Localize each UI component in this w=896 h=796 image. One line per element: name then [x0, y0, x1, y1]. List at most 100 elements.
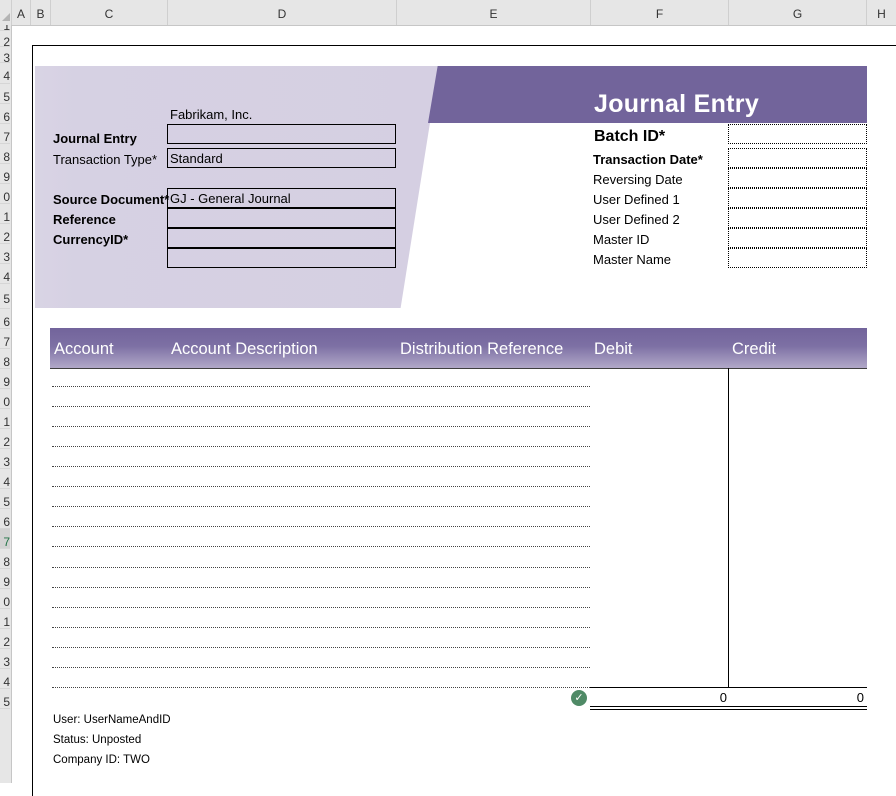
row-header[interactable]: 8: [0, 549, 10, 569]
column-header-f[interactable]: F: [591, 0, 729, 25]
check-circle-icon[interactable]: ✓: [571, 690, 587, 706]
grid-row[interactable]: [52, 587, 590, 588]
credit-total: 0: [856, 690, 864, 705]
column-header-bar: A B C D E F G H: [0, 0, 896, 26]
grid-row[interactable]: [52, 627, 590, 628]
footer-user: User: UserNameAndID: [53, 714, 171, 726]
row-header[interactable]: 3: [0, 244, 10, 264]
grid-row[interactable]: [52, 466, 590, 467]
user-defined-2-label: User Defined 2: [593, 212, 680, 227]
user-defined-2-field[interactable]: [728, 208, 867, 228]
row-header[interactable]: 6: [0, 509, 10, 529]
row-header[interactable]: 4: [0, 469, 10, 489]
column-header-a[interactable]: A: [12, 0, 31, 25]
transaction-date-field[interactable]: [728, 148, 867, 168]
row-header[interactable]: 7: [0, 529, 10, 549]
distribution-grid-header: Account Account Description Distribution…: [50, 328, 867, 369]
row-header[interactable]: 2: [0, 429, 10, 449]
row-header[interactable]: 2: [0, 224, 10, 244]
grid-row[interactable]: [52, 607, 590, 608]
row-header-bar: 12345678901234567890123456789012345: [0, 25, 12, 783]
column-header-b[interactable]: B: [31, 0, 51, 25]
master-name-label: Master Name: [593, 252, 672, 267]
reversing-date-field[interactable]: [728, 168, 867, 188]
row-header[interactable]: 6: [0, 309, 10, 329]
totals-double-underline: [590, 706, 867, 707]
grid-row[interactable]: [52, 526, 590, 527]
column-header-g[interactable]: G: [729, 0, 867, 25]
row-header[interactable]: 0: [0, 589, 10, 609]
grid-row[interactable]: [52, 667, 590, 668]
row-header[interactable]: 2: [0, 31, 10, 49]
row-header[interactable]: 9: [0, 569, 10, 589]
select-all-corner[interactable]: [0, 0, 12, 25]
transaction-type-field[interactable]: Standard: [167, 148, 396, 168]
source-document-field[interactable]: GJ - General Journal: [167, 188, 396, 208]
master-id-field[interactable]: [728, 228, 867, 248]
row-header[interactable]: 1: [0, 204, 10, 224]
row-header[interactable]: 9: [0, 164, 10, 184]
column-header-c[interactable]: C: [51, 0, 168, 25]
currency-id-field[interactable]: [167, 228, 396, 248]
journal-entry-field[interactable]: [167, 124, 396, 144]
grid-row[interactable]: [52, 546, 590, 547]
row-header[interactable]: 8: [0, 349, 10, 369]
row-header[interactable]: 3: [0, 47, 10, 65]
row-header[interactable]: 7: [0, 124, 10, 144]
master-name-field[interactable]: [728, 248, 867, 268]
row-header[interactable]: 0: [0, 184, 10, 204]
user-defined-1-field[interactable]: [728, 188, 867, 208]
grid-row[interactable]: [52, 567, 590, 568]
row-header[interactable]: 2: [0, 629, 10, 649]
row-header[interactable]: 4: [0, 264, 10, 284]
grid-row[interactable]: [52, 426, 590, 427]
grid-row[interactable]: [52, 647, 590, 648]
column-header-h[interactable]: H: [867, 0, 896, 25]
column-header-e[interactable]: E: [397, 0, 591, 25]
row-header[interactable]: 9: [0, 369, 10, 389]
extra-header-field[interactable]: [167, 248, 396, 268]
row-header[interactable]: 5: [0, 489, 10, 509]
grid-header-debit: Debit: [594, 340, 633, 358]
reference-field[interactable]: [167, 208, 396, 228]
grid-row[interactable]: [52, 486, 590, 487]
grid-row[interactable]: [52, 687, 590, 688]
source-document-label: Source Document*: [53, 192, 170, 207]
batch-id-label: Batch ID*: [594, 128, 666, 145]
row-header[interactable]: 1: [0, 609, 10, 629]
row-header[interactable]: 5: [0, 284, 10, 309]
row-header[interactable]: 1: [0, 409, 10, 429]
grid-row[interactable]: [52, 446, 590, 447]
debit-credit-divider: [728, 368, 729, 688]
row-header[interactable]: 4: [0, 63, 10, 84]
grid-row[interactable]: [52, 386, 590, 387]
batch-id-field[interactable]: [728, 124, 867, 144]
row-header[interactable]: 7: [0, 329, 10, 349]
user-defined-1-label: User Defined 1: [593, 192, 680, 207]
transaction-date-label: Transaction Date*: [593, 152, 703, 167]
reversing-date-label: Reversing Date: [593, 172, 683, 187]
master-id-label: Master ID: [593, 232, 650, 247]
header-left-panel: [35, 66, 439, 308]
grid-header-account: Account: [54, 340, 114, 358]
company-name: Fabrikam, Inc.: [170, 107, 253, 122]
row-header[interactable]: 5: [0, 84, 10, 104]
grid-row[interactable]: [52, 506, 590, 507]
row-header[interactable]: 3: [0, 449, 10, 469]
grid-row[interactable]: [52, 406, 590, 407]
grid-header-account-description: Account Description: [171, 340, 318, 358]
select-all-icon: [2, 13, 10, 21]
column-header-d[interactable]: D: [168, 0, 397, 25]
totals-top-border: [590, 687, 867, 688]
page-title: Journal Entry: [594, 90, 760, 118]
row-header[interactable]: 5: [0, 689, 10, 709]
grid-header-distribution-reference: Distribution Reference: [400, 340, 564, 358]
row-header[interactable]: 4: [0, 669, 10, 689]
debit-total: 0: [719, 690, 727, 705]
row-header[interactable]: 6: [0, 104, 10, 124]
row-header[interactable]: 8: [0, 144, 10, 164]
reference-label: Reference: [53, 212, 116, 227]
row-header[interactable]: 3: [0, 649, 10, 669]
transaction-type-label: Transaction Type*: [53, 152, 158, 167]
row-header[interactable]: 0: [0, 389, 10, 409]
